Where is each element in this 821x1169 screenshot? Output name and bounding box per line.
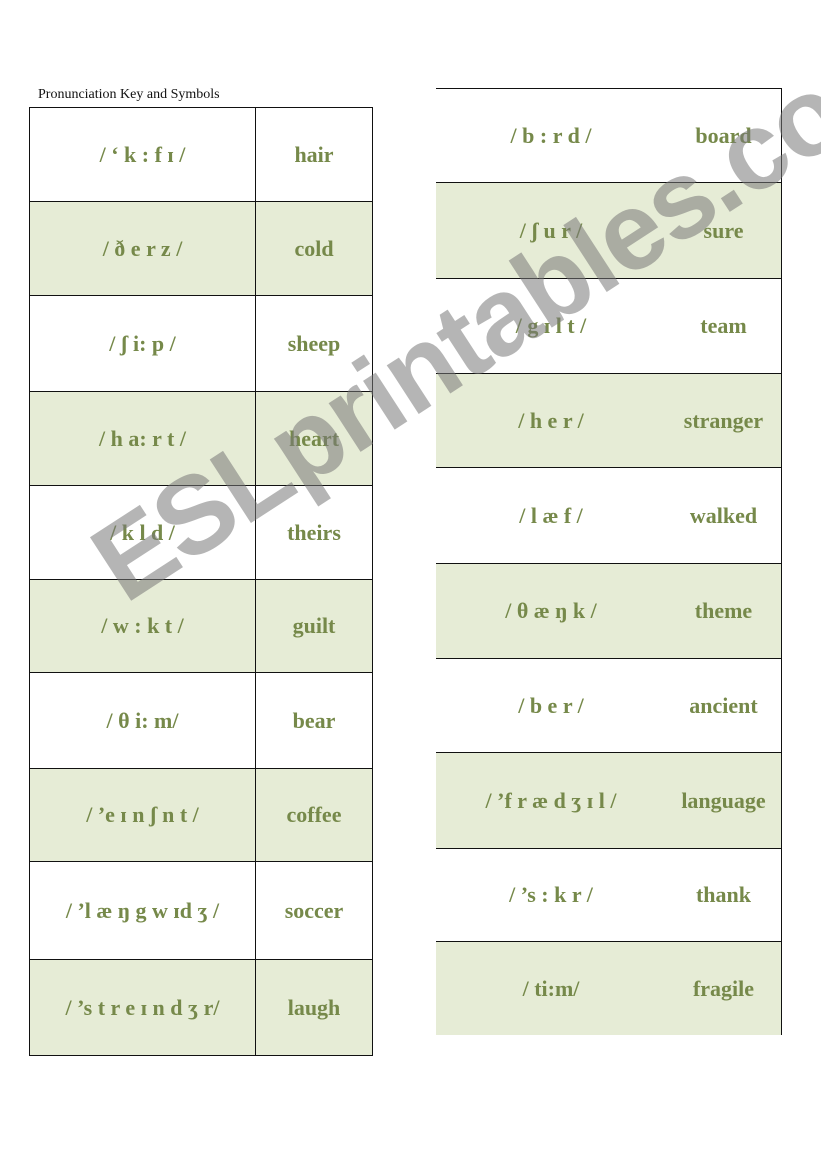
table-row: / l æ f / walked	[436, 468, 781, 564]
word-cell: stranger	[683, 407, 764, 433]
word-cell: heart	[255, 391, 373, 486]
table-row: / ʃ u r / sure	[436, 183, 781, 279]
table-row: / θ i: m/bear	[29, 672, 373, 769]
word-cell: team	[700, 313, 747, 338]
phonetic-cell: / ’l æ ŋ g w ɪd ʒ /	[29, 861, 256, 960]
phonetic-cell: / b e r /	[518, 692, 584, 718]
phonetic-cell: / h a: r t /	[29, 391, 256, 486]
phonetic-cell: / ʃ u r /	[519, 217, 583, 243]
right-table: / b : r d / board / ʃ u r / sure / g ɪ l t /…	[436, 88, 782, 1035]
phonetic-cell: / k l d /	[29, 485, 256, 580]
word-cell: theme	[694, 598, 753, 623]
phonetic-cell: / θ i: m/	[29, 672, 256, 769]
table-row: / ’s t r e ɪ n d ʒ r/laugh	[29, 959, 373, 1056]
table-row: / ’l æ ŋ g w ɪd ʒ / soccer	[29, 861, 373, 960]
phonetic-cell: / w : k t /	[29, 579, 256, 673]
phonetic-cell: / ð e r z /	[29, 201, 256, 296]
word-cell: walked	[689, 502, 758, 528]
table-row: / ʃ i: p / sheep	[29, 295, 373, 392]
phonetic-cell: / g ɪ l t /	[515, 313, 587, 338]
word-cell: soccer	[255, 861, 373, 960]
word-cell: laugh	[255, 959, 373, 1056]
word-cell: guilt	[255, 579, 373, 673]
phonetic-cell: / ti:m/	[522, 975, 580, 1001]
word-cell: sure	[703, 217, 744, 243]
phonetic-cell: / ’s t r e ɪ n d ʒ r/	[29, 959, 256, 1056]
phonetic-cell: / h e r /	[518, 407, 584, 433]
phonetic-cell: / ’f r æ d ʒ ɪ l /	[485, 787, 617, 813]
table-row: / ti:m/fragile	[436, 942, 781, 1035]
table-row: / ‘ k : f ɪ / hair	[29, 107, 373, 202]
word-cell: cold	[255, 201, 373, 296]
phonetic-cell: / ’e ɪ n ʃ n t /	[29, 768, 256, 862]
table-row: / h e r / stranger	[436, 374, 781, 468]
table-row: / h a: r t / heart	[29, 391, 373, 486]
table-row: / θ æ ŋ k / theme	[436, 564, 781, 659]
table-row: / ð e r z / cold	[29, 201, 373, 296]
phonetic-cell: / b : r d /	[510, 122, 592, 148]
word-cell: theirs	[255, 485, 373, 580]
table-row: / k l d / theirs	[29, 485, 373, 580]
phonetic-cell: / ʃ i: p /	[29, 295, 256, 392]
table-row: / b e r / ancient	[436, 659, 781, 753]
page-title: Pronunciation Key and Symbols	[38, 87, 220, 102]
word-cell: language	[681, 787, 766, 813]
table-row: / g ɪ l t / team	[436, 279, 781, 374]
word-cell: fragile	[692, 975, 755, 1001]
left-table: / ‘ k : f ɪ / hair / ð e r z / cold / ʃ i: p…	[29, 107, 373, 1056]
phonetic-cell: / l æ f /	[519, 502, 583, 528]
phonetic-cell: / θ æ ŋ k /	[505, 598, 597, 623]
phonetic-cell: / ’s : k r /	[509, 882, 593, 907]
word-cell: ancient	[689, 692, 758, 718]
table-row: / ’e ɪ n ʃ n t / coffee	[29, 768, 373, 862]
word-cell: coffee	[255, 768, 373, 862]
table-row: / w : k t / guilt	[29, 579, 373, 673]
word-cell: board	[695, 122, 752, 148]
word-cell: sheep	[255, 295, 373, 392]
word-cell: bear	[255, 672, 373, 769]
table-row: / ’f r æ d ʒ ɪ l / language	[436, 753, 781, 849]
table-row: / b : r d / board	[436, 89, 781, 183]
word-cell: thank	[695, 882, 752, 907]
phonetic-cell: / ‘ k : f ɪ /	[29, 107, 256, 202]
table-row: / ’s : k r / thank	[436, 849, 781, 942]
word-cell: hair	[255, 107, 373, 202]
